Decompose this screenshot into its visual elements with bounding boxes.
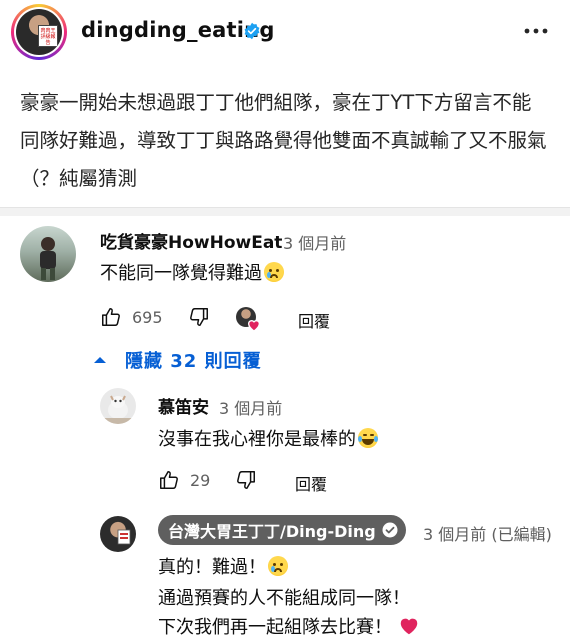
heart-icon (247, 320, 261, 332)
hide-replies-button[interactable]: 隱藏 32 則回覆 (93, 347, 262, 373)
divider (0, 208, 570, 216)
comment-author[interactable]: 吃貨豪豪HowHowEat (100, 228, 282, 253)
like-action[interactable]: 695 (100, 306, 163, 328)
creator-reply-line-3-text: 下次我們再一起組隊去比賽！ (158, 617, 392, 638)
red-heart-icon (400, 618, 417, 635)
reply-like-action[interactable]: 29 (158, 469, 210, 491)
like-count: 695 (132, 307, 163, 327)
avatar-badge: 肉肉王 評級報告 (38, 25, 58, 47)
comment-text-content: 不能同一隊覺得難過 (100, 263, 262, 284)
reply-text-content: 沒事在我心裡你是最棒的 (158, 429, 356, 450)
reply-like-count: 29 (190, 470, 211, 490)
thumbs-down-icon[interactable] (188, 306, 210, 328)
profile-avatar[interactable]: 肉肉王 評級報告 (11, 4, 67, 60)
post-caption: 豪豪一開始未想過跟丁丁他們組隊，豪在丁YT下方留言不能同隊好難過，導致丁丁與路路… (20, 91, 547, 190)
verified-badge-icon (244, 22, 260, 40)
crying-face-icon (268, 556, 288, 576)
reply-time: 3 個月前 (219, 399, 283, 418)
reply-text: 沒事在我心裡你是最棒的 (158, 425, 378, 451)
thumbs-up-icon[interactable] (100, 306, 122, 328)
creator-author: 台灣大胃王丁丁/Ding-Ding (168, 522, 376, 541)
comment-time: 3 個月前 (283, 234, 347, 253)
comment-text: 不能同一隊覺得難過 (100, 259, 284, 285)
creator-avatar[interactable] (100, 516, 136, 552)
crying-face-icon (264, 262, 284, 282)
reply-button[interactable]: 回覆 (295, 471, 327, 495)
creator-time: 3 個月前 (已編輯) (423, 525, 552, 544)
laughing-face-icon (358, 428, 378, 448)
more-options-icon[interactable] (521, 21, 551, 41)
hide-replies-label: 隱藏 32 則回覆 (125, 351, 262, 372)
post-header: 肉肉王 評級報告 dingding_eating (0, 0, 570, 66)
reply-button[interactable]: 回覆 (298, 308, 330, 332)
creator-reply-line-1-text: 真的！難過！ (158, 557, 266, 578)
reply-author[interactable]: 慕笛安 (158, 393, 209, 418)
creator-heart (236, 307, 264, 335)
creator-reply-line-2: 通過預賽的人不能組成同一隊！ (158, 588, 410, 609)
creator-badge[interactable]: 台灣大胃王丁丁/Ding-Ding (158, 515, 406, 545)
creator-reply-line-1: 真的！難過！ (158, 553, 288, 579)
post-caption-area: 豪豪一開始未想過跟丁丁他們組隊，豪在丁YT下方留言不能同隊好難過，導致丁丁與路路… (0, 70, 570, 208)
reply-avatar[interactable] (100, 388, 136, 424)
creator-reply-line-3: 下次我們再一起組隊去比賽！ (158, 613, 420, 639)
commenter-avatar[interactable] (20, 226, 76, 282)
caret-up-icon (94, 357, 106, 363)
thumbs-down-icon[interactable] (235, 469, 257, 491)
thumbs-up-icon[interactable] (158, 469, 180, 491)
verified-check-icon (382, 522, 398, 538)
